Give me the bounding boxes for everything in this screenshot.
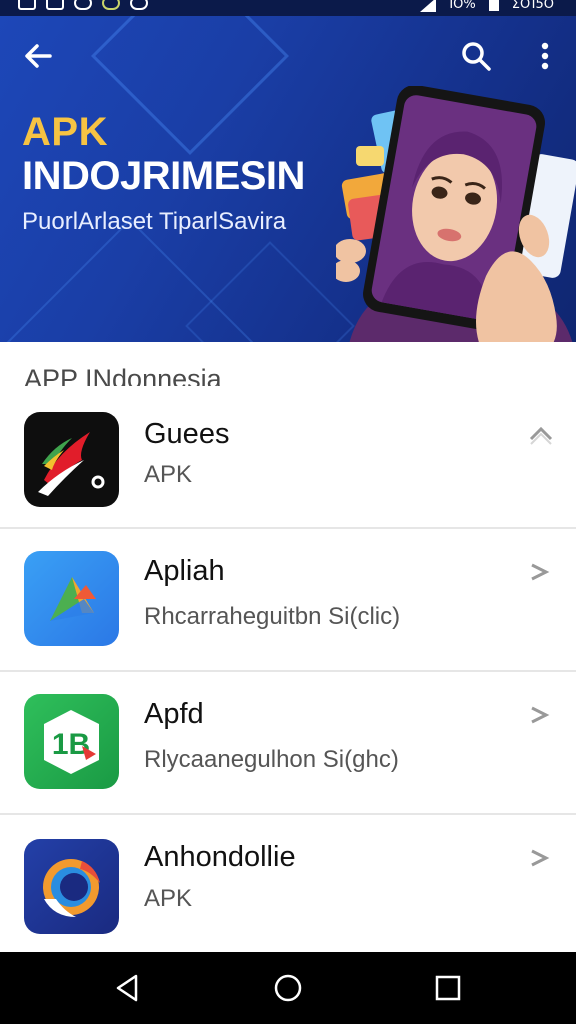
decorative-shape — [185, 241, 355, 342]
notification-icon — [102, 0, 120, 10]
status-notification-icons — [18, 0, 148, 10]
system-nav-bar — [0, 952, 576, 1024]
hero-title-line1: APK — [22, 110, 108, 154]
recents-square-icon[interactable] — [430, 970, 466, 1006]
chevron-right-icon[interactable] — [526, 843, 556, 873]
back-triangle-icon[interactable] — [110, 970, 146, 1006]
signal-icon — [419, 0, 436, 12]
chevron-right-icon[interactable] — [526, 700, 556, 730]
notification-icon — [74, 0, 92, 10]
app-icon: 1B — [24, 694, 119, 789]
battery-icon — [488, 0, 499, 11]
app-title: Apliah — [144, 555, 225, 587]
app-icon — [24, 551, 119, 646]
more-vert-icon[interactable] — [530, 38, 560, 74]
home-circle-icon[interactable] — [270, 970, 306, 1006]
app-title: Anhondollie — [144, 841, 296, 873]
notification-icon — [18, 0, 36, 10]
chevron-right-icon[interactable] — [526, 557, 556, 587]
list-item[interactable]: Anhondollie APK — [0, 815, 576, 952]
hero-banner: APK INDOJRIMESIN PuorlArlaset TiparlSavi… — [0, 16, 576, 342]
notification-icon — [46, 0, 64, 10]
app-icon — [24, 412, 119, 507]
hero-illustration — [336, 86, 576, 342]
app-title: Guees — [144, 418, 230, 450]
app-title: Apfd — [144, 698, 204, 730]
hero-title-line2: INDOJRIMESIN — [22, 154, 305, 198]
status-bar: ΊΟ% ΣΟΊ5Ο — [0, 0, 576, 16]
list-item[interactable]: Guees APK — [0, 386, 576, 529]
app-subtitle: APK — [144, 461, 193, 488]
app-subtitle: Rhcarraheguitbn Si(clic) — [144, 603, 401, 630]
status-indicators: ΊΟ% ΣΟΊ5Ο — [419, 0, 554, 12]
notification-icon — [130, 0, 148, 10]
battery-percent: ΊΟ% — [447, 0, 476, 12]
search-icon[interactable] — [458, 38, 494, 74]
decorative-shape — [91, 16, 289, 155]
chevron-up-icon[interactable] — [526, 418, 556, 448]
back-arrow-icon[interactable] — [20, 38, 56, 74]
hero-subtitle: PuorlArlaset TiparlSavira — [22, 208, 287, 235]
svg-text:1B: 1B — [52, 728, 90, 761]
list-item[interactable]: 1B Apfd Rlycaanegulhon Si(ghc) — [0, 672, 576, 815]
app-subtitle: Rlycaanegulhon Si(ghc) — [144, 746, 399, 773]
app-icon — [24, 839, 119, 934]
app-subtitle: APK — [144, 885, 193, 912]
clock: ΣΟΊ5Ο — [511, 0, 554, 12]
list-item[interactable]: Apliah Rhcarraheguitbn Si(clic) — [0, 529, 576, 672]
